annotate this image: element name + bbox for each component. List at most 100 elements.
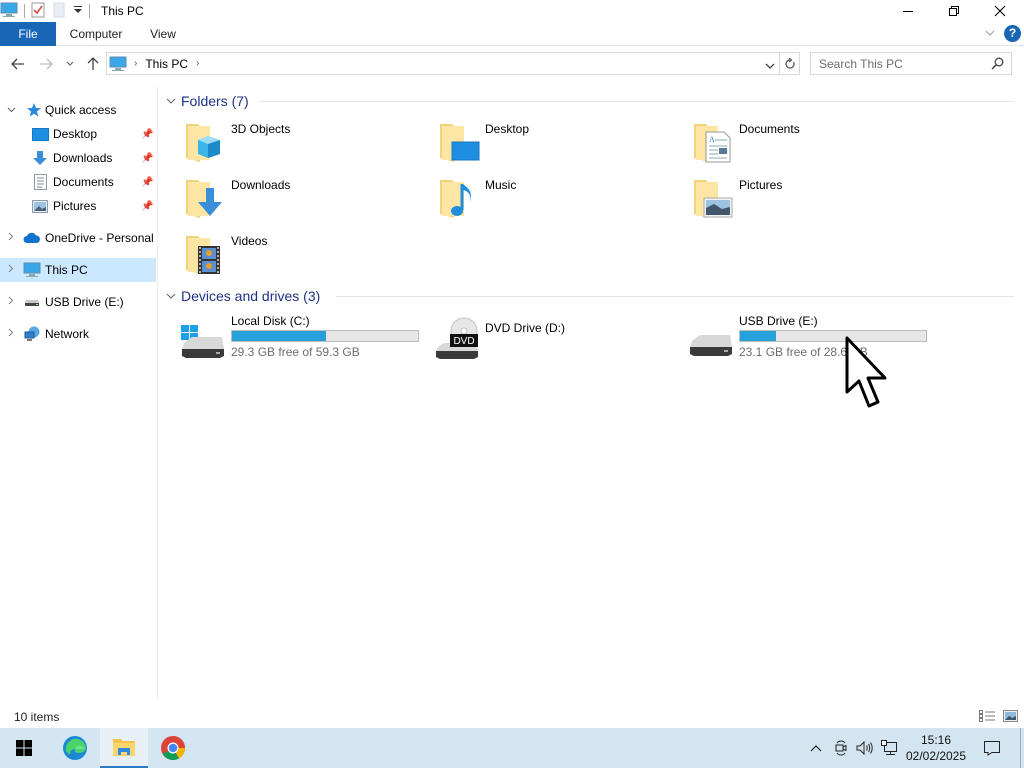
meet-now-button[interactable] (832, 728, 850, 768)
notification-icon (984, 741, 1000, 756)
up-button[interactable] (83, 54, 103, 74)
drive-usage-fill (740, 331, 776, 341)
drive-local-disk-c[interactable]: Local Disk (C:) 29.3 GB free of 59.3 GB (180, 313, 430, 363)
folder-documents[interactable]: A Documents (688, 118, 938, 170)
sidebar-item-downloads[interactable]: Downloads 📌 (0, 146, 156, 170)
customize-toolbar-icon[interactable] (73, 5, 83, 18)
folder-music[interactable]: Music (434, 174, 684, 226)
chevron-right-icon[interactable] (6, 296, 16, 308)
address-history-dropdown-icon[interactable] (765, 59, 775, 73)
chevron-down-icon[interactable] (6, 105, 16, 116)
folder-desktop[interactable]: Desktop (434, 118, 684, 170)
recent-locations-button[interactable] (62, 54, 78, 74)
drive-name: DVD Drive (D:) (485, 321, 565, 335)
search-input[interactable] (811, 56, 991, 71)
address-bar[interactable]: › This PC › (106, 52, 780, 75)
tab-computer[interactable]: Computer (62, 22, 130, 46)
taskbar-clock[interactable]: 15:16 02/02/2025 (900, 732, 972, 764)
tab-file[interactable]: File (0, 22, 56, 46)
back-button[interactable] (8, 54, 28, 74)
pin-icon[interactable]: 📌 (141, 177, 153, 188)
drive-usb-e[interactable]: USB Drive (E:) 23.1 GB free of 28.6 GB (688, 313, 938, 363)
pin-icon[interactable]: 📌 (141, 129, 153, 140)
file-explorer-window: This PC File Computer View ? › This PC ›… (0, 0, 1024, 768)
sidebar-item-label: This PC (45, 263, 88, 277)
search-icon[interactable] (991, 57, 1004, 70)
mouse-cursor-icon (845, 336, 887, 408)
dvd-drive-icon: DVD (436, 317, 478, 359)
sidebar-item-this-pc[interactable]: This PC (0, 258, 156, 282)
chrome-icon (161, 736, 185, 761)
action-center-button[interactable] (978, 728, 1006, 768)
wired-network-icon (881, 740, 897, 755)
folder-videos[interactable]: Videos (180, 230, 430, 282)
tab-view[interactable]: View (140, 22, 186, 46)
folder-name: Desktop (485, 122, 530, 136)
sidebar-item-desktop[interactable]: Desktop 📌 (0, 122, 156, 146)
chevron-right-icon[interactable] (6, 264, 16, 276)
navigation-pane: Quick access Desktop 📌 Downloads 📌 Docum… (0, 92, 156, 702)
folder-name: Music (485, 178, 517, 192)
restore-button[interactable] (931, 0, 977, 22)
refresh-button[interactable] (780, 52, 800, 75)
show-hidden-icons-button[interactable] (806, 728, 826, 768)
taskbar-chrome[interactable] (149, 728, 197, 768)
folder-name: Videos (231, 234, 268, 248)
camera-icon (835, 740, 847, 756)
chevron-up-icon (810, 745, 822, 752)
windows-logo-icon (16, 740, 32, 756)
search-box[interactable] (810, 52, 1012, 75)
volume-button[interactable] (855, 728, 875, 768)
taskbar-edge[interactable] (51, 728, 99, 768)
breadcrumb-chevron-icon[interactable]: › (134, 58, 137, 69)
new-folder-icon[interactable] (53, 2, 65, 21)
sidebar-item-onedrive[interactable]: OneDrive - Personal (0, 226, 156, 250)
help-button[interactable]: ? (1004, 25, 1021, 42)
taskbar-file-explorer[interactable] (100, 728, 148, 768)
computer-icon (109, 56, 127, 72)
chevron-right-icon[interactable] (6, 232, 16, 244)
drives-group-header[interactable]: Devices and drives (3) (166, 287, 1014, 305)
folder-pictures[interactable]: Pictures (688, 174, 938, 226)
clock-time: 15:16 (920, 733, 952, 747)
folder-downloads[interactable]: Downloads (180, 174, 430, 226)
folder-desktop-icon (440, 124, 480, 162)
quick-access-toolbar (0, 2, 96, 20)
pane-divider[interactable] (157, 86, 158, 700)
forward-button[interactable] (36, 54, 56, 74)
minimize-button[interactable] (885, 0, 931, 22)
close-button[interactable] (977, 0, 1023, 22)
chevron-right-icon[interactable] (6, 328, 16, 340)
edge-icon (63, 736, 87, 760)
folder-music-icon (440, 180, 471, 218)
breadcrumb-this-pc[interactable]: This PC (145, 57, 188, 71)
folder-name: Pictures (739, 178, 783, 192)
pin-icon[interactable]: 📌 (141, 201, 153, 212)
drive-usage-fill (232, 331, 327, 341)
drive-dvd-d[interactable]: DVD DVD Drive (D:) (434, 313, 684, 363)
usb-drive-icon (690, 335, 732, 356)
computer-icon (23, 262, 41, 278)
show-desktop-button[interactable] (1020, 728, 1021, 768)
sidebar-item-label: Quick access (45, 103, 117, 117)
pin-icon[interactable]: 📌 (141, 153, 153, 164)
folder-3d-objects[interactable]: 3D Objects (180, 118, 430, 170)
sidebar-item-usb-drive[interactable]: USB Drive (E:) (0, 290, 156, 314)
details-view-button[interactable] (978, 708, 996, 724)
sidebar-item-quick-access[interactable]: Quick access (0, 98, 156, 122)
start-button[interactable] (0, 728, 48, 768)
sidebar-item-pictures[interactable]: Pictures 📌 (0, 194, 156, 218)
properties-icon[interactable] (31, 2, 45, 21)
chevron-down-icon[interactable] (166, 290, 180, 302)
chevron-down-icon[interactable] (166, 95, 180, 107)
expand-ribbon-button[interactable] (984, 27, 996, 42)
sidebar-item-network[interactable]: Network (0, 322, 156, 346)
svg-text:A: A (709, 135, 715, 144)
cloud-icon (23, 230, 41, 246)
folders-group-header[interactable]: Folders (7) (166, 92, 1014, 110)
network-status-button[interactable] (878, 728, 900, 768)
star-icon (25, 102, 43, 118)
breadcrumb-chevron-icon[interactable]: › (196, 58, 199, 69)
sidebar-item-documents[interactable]: Documents 📌 (0, 170, 156, 194)
large-icons-view-button[interactable] (1001, 708, 1019, 724)
